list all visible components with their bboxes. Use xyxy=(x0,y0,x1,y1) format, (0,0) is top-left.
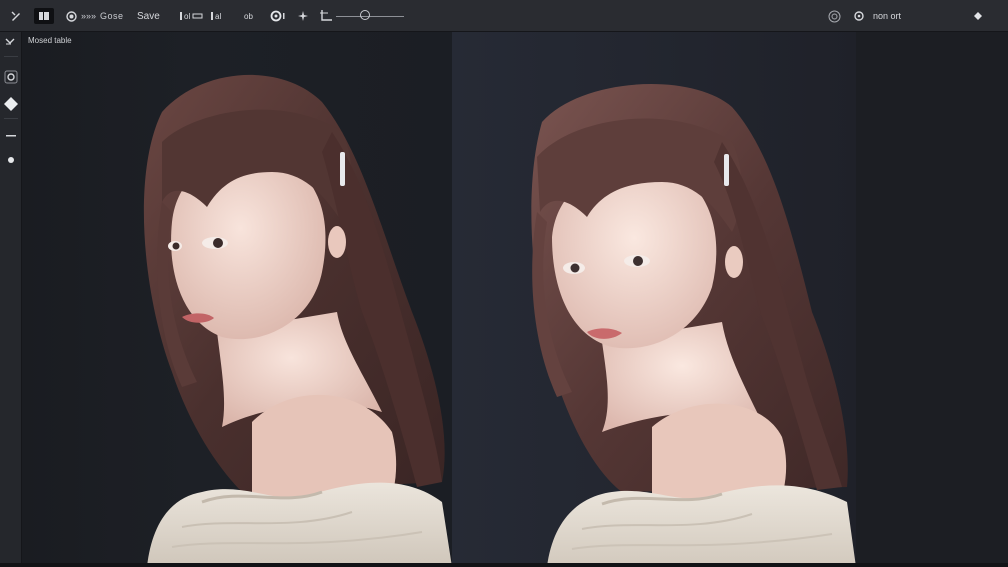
layout-icon[interactable] xyxy=(34,8,54,24)
top-toolbar: »»» Gose Save ol al ob non ort xyxy=(0,0,1008,32)
collapse-icon[interactable] xyxy=(0,32,22,52)
portrait-image xyxy=(143,74,452,567)
sidebar-divider xyxy=(4,56,18,57)
sidebar-divider xyxy=(4,118,18,119)
crop-icon[interactable] xyxy=(320,0,332,32)
aperture-icon[interactable] xyxy=(270,0,288,32)
minus-icon[interactable] xyxy=(0,126,22,146)
svg-text:ob: ob xyxy=(244,12,253,21)
portrait-image-result xyxy=(531,84,856,567)
empty-workspace xyxy=(856,32,1008,567)
user-icon[interactable] xyxy=(854,0,864,32)
mode-label[interactable]: »»» xyxy=(81,0,96,32)
record-icon[interactable] xyxy=(66,0,77,32)
target-icon[interactable] xyxy=(828,0,841,32)
settings-icon[interactable]: ob xyxy=(244,0,258,32)
status-bar xyxy=(0,563,1008,567)
zoom-slider-knob[interactable] xyxy=(360,10,370,20)
pen-icon[interactable] xyxy=(10,0,22,32)
sparkle-icon[interactable] xyxy=(298,0,308,32)
user-label-text: non ort xyxy=(873,11,902,21)
diamond-icon[interactable] xyxy=(974,0,982,32)
user-label[interactable]: non ort xyxy=(873,0,901,32)
image-panel-processed[interactable] xyxy=(452,32,856,567)
save-button[interactable]: Save xyxy=(137,0,160,32)
tool-sidebar xyxy=(0,32,22,567)
grid-icon[interactable]: al xyxy=(211,0,229,32)
zoom-slider-track[interactable] xyxy=(336,16,404,17)
svg-text:ol: ol xyxy=(184,12,190,21)
image-panel-original[interactable] xyxy=(22,32,452,567)
canvas-title: Mosed table xyxy=(28,36,72,45)
svg-text:al: al xyxy=(215,12,221,21)
mode-text[interactable]: Gose xyxy=(100,0,124,32)
tag-icon[interactable]: ol xyxy=(180,0,206,32)
diamond-tool-icon[interactable] xyxy=(0,94,22,114)
dot-icon[interactable] xyxy=(0,150,22,170)
loop-icon[interactable] xyxy=(0,67,22,87)
save-label: Save xyxy=(137,10,160,22)
